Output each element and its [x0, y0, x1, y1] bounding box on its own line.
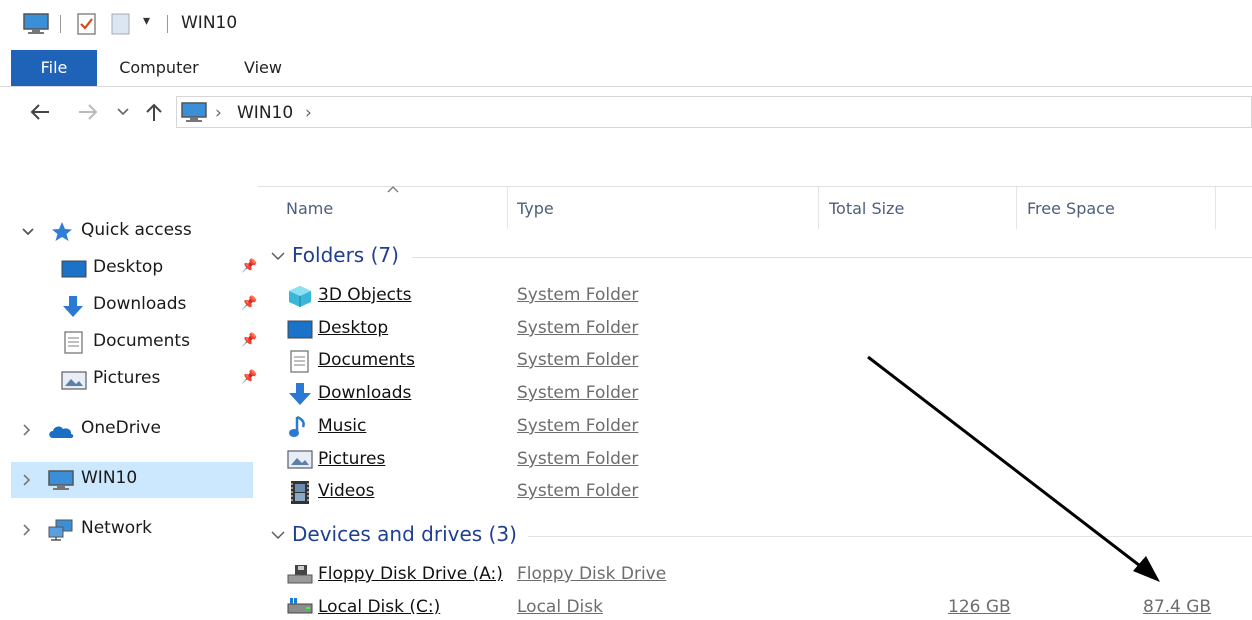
onedrive-icon	[49, 426, 74, 438]
chevron-right-icon[interactable]	[21, 423, 33, 437]
column-header-type[interactable]: Type	[517, 199, 554, 218]
downloads-icon	[63, 296, 83, 317]
item-type: System Folder	[517, 449, 639, 469]
item-type: System Folder	[517, 318, 639, 338]
sidebar-item-network[interactable]: Network	[11, 512, 253, 548]
tab-view[interactable]: View	[236, 50, 290, 86]
sidebar-item-pictures[interactable]: Pictures 📌	[11, 362, 257, 398]
column-header-name[interactable]: Name	[286, 199, 333, 218]
item-type: System Folder	[517, 350, 639, 370]
item-name[interactable]: Videos	[318, 481, 375, 501]
floppy-drive-icon	[287, 565, 313, 584]
item-type: System Folder	[517, 481, 639, 501]
sidebar-item-documents[interactable]: Documents 📌	[11, 325, 257, 361]
sidebar-label: OneDrive	[81, 418, 161, 438]
item-name[interactable]: Local Disk (C:)	[318, 597, 440, 617]
recent-locations-chevron-icon[interactable]	[116, 106, 130, 118]
pictures-icon	[287, 450, 313, 469]
column-header-free-space[interactable]: Free Space	[1027, 199, 1115, 218]
navigation-pane: Quick access Desktop 📌 Downloads 📌 Docum…	[0, 188, 257, 619]
sidebar-label: Documents	[93, 331, 190, 351]
item-name[interactable]: Desktop	[318, 318, 388, 338]
videos-icon	[291, 481, 309, 504]
new-folder-icon[interactable]	[110, 12, 132, 36]
documents-icon	[64, 331, 83, 354]
forward-arrow-icon[interactable]	[76, 102, 100, 122]
star-icon	[52, 222, 72, 241]
address-bar[interactable]: › WIN10 ›	[176, 96, 1252, 128]
tab-computer[interactable]: Computer	[112, 50, 206, 86]
item-type: System Folder	[517, 416, 639, 436]
column-header-row: Name Type Total Size Free Space	[258, 186, 1252, 229]
desktop-icon	[287, 320, 313, 339]
group-divider	[412, 257, 1252, 258]
tab-file[interactable]: File	[11, 50, 97, 86]
sidebar-item-desktop[interactable]: Desktop 📌	[11, 251, 257, 287]
pictures-icon	[61, 371, 87, 390]
chevron-down-icon[interactable]	[21, 226, 35, 238]
column-header-total-size[interactable]: Total Size	[829, 199, 904, 218]
item-name[interactable]: 3D Objects	[318, 285, 412, 305]
network-icon	[48, 519, 73, 541]
ribbon-tabs: File Computer View	[0, 50, 1252, 87]
3d-objects-icon	[289, 286, 311, 307]
back-arrow-icon[interactable]	[28, 102, 52, 122]
chevron-right-icon[interactable]	[21, 523, 33, 537]
chevron-right-icon[interactable]	[21, 473, 33, 487]
this-pc-icon	[48, 470, 74, 490]
item-type: Local Disk	[517, 597, 603, 617]
item-type: System Folder	[517, 383, 639, 403]
pin-icon[interactable]: 📌	[241, 296, 257, 311]
item-name[interactable]: Downloads	[318, 383, 411, 403]
title-separator	[167, 15, 168, 33]
title-bar: ▾ WIN10	[0, 0, 1252, 48]
sidebar-item-quick-access[interactable]: Quick access	[11, 214, 253, 250]
sidebar-item-downloads[interactable]: Downloads 📌	[11, 288, 257, 324]
chevron-down-icon[interactable]	[270, 250, 286, 262]
window-title: WIN10	[181, 13, 238, 33]
column-divider[interactable]	[507, 187, 508, 229]
group-heading-devices[interactable]: Devices and drives (3)	[292, 522, 517, 546]
breadcrumb-win10[interactable]: WIN10	[237, 103, 293, 123]
sidebar-label: WIN10	[81, 468, 138, 488]
column-divider[interactable]	[1016, 187, 1017, 229]
sidebar-item-win10[interactable]: WIN10	[11, 462, 253, 498]
sidebar-label: Network	[81, 518, 152, 538]
item-name[interactable]: Floppy Disk Drive (A:)	[318, 564, 503, 584]
music-icon	[289, 415, 305, 437]
breadcrumb-separator[interactable]: ›	[215, 103, 222, 123]
item-name[interactable]: Music	[318, 416, 366, 436]
sidebar-label: Desktop	[93, 257, 164, 277]
documents-icon	[290, 350, 309, 373]
pin-icon[interactable]: 📌	[241, 370, 257, 385]
properties-icon[interactable]	[76, 12, 98, 36]
pin-icon[interactable]: 📌	[241, 333, 257, 348]
group-divider	[528, 536, 1252, 537]
local-disk-icon	[287, 598, 313, 614]
item-name[interactable]: Documents	[318, 350, 415, 370]
desktop-icon	[61, 260, 87, 278]
column-divider[interactable]	[1215, 187, 1216, 229]
item-total-size: 126 GB	[948, 597, 1011, 617]
column-divider[interactable]	[818, 187, 819, 229]
item-name[interactable]: Pictures	[318, 449, 385, 469]
item-type: System Folder	[517, 285, 639, 305]
sidebar-label: Quick access	[81, 220, 192, 240]
group-heading-folders[interactable]: Folders (7)	[292, 243, 399, 267]
sidebar-label: Downloads	[93, 294, 187, 314]
downloads-icon	[289, 383, 311, 405]
chevron-down-icon[interactable]	[270, 529, 286, 541]
pin-icon[interactable]: 📌	[241, 259, 257, 274]
up-arrow-icon[interactable]	[144, 101, 164, 123]
sort-ascending-icon	[387, 186, 399, 193]
sidebar-item-onedrive[interactable]: OneDrive	[11, 412, 253, 448]
item-free-space: 87.4 GB	[1143, 597, 1212, 617]
this-pc-icon[interactable]	[22, 12, 50, 36]
breadcrumb-separator[interactable]: ›	[305, 103, 312, 123]
title-separator	[60, 15, 61, 33]
item-type: Floppy Disk Drive	[517, 564, 667, 584]
this-pc-icon	[181, 102, 207, 122]
customize-quick-access-icon[interactable]: ▾	[143, 13, 150, 29]
sidebar-label: Pictures	[93, 368, 161, 388]
